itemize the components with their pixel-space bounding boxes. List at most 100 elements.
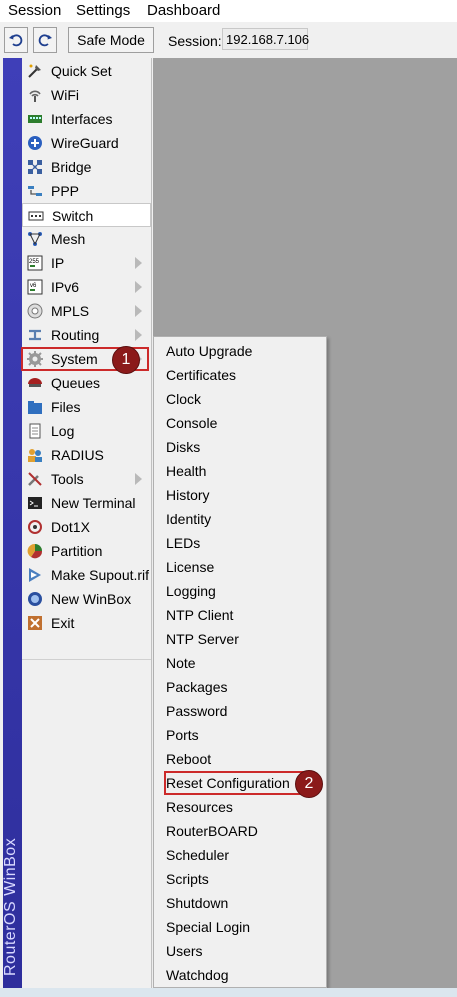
main-menu-item-wireguard[interactable]: WireGuard xyxy=(22,131,151,155)
system-submenu-item-certificates[interactable]: Certificates xyxy=(154,363,326,387)
main-menu-item-new-terminal[interactable]: New Terminal xyxy=(22,491,151,515)
submenu-arrow-icon xyxy=(135,305,142,317)
main-menu-item-quick-set[interactable]: Quick Set xyxy=(22,59,151,83)
system-submenu-item-routerboard[interactable]: RouterBOARD xyxy=(154,819,326,843)
submenu-arrow-icon xyxy=(135,329,142,341)
system-submenu-label: Auto Upgrade xyxy=(166,343,253,359)
system-submenu-label: Identity xyxy=(166,511,212,527)
bridge-icon xyxy=(28,160,42,174)
main-menu-label: WireGuard xyxy=(51,135,119,151)
system-submenu-label: Scheduler xyxy=(166,847,230,863)
system-submenu-item-leds[interactable]: LEDs xyxy=(154,531,326,555)
main-menu-item-mpls[interactable]: MPLS xyxy=(22,299,151,323)
system-submenu-item-health[interactable]: Health xyxy=(154,459,326,483)
system-submenu-item-console[interactable]: Console xyxy=(154,411,326,435)
annotation-step-badge: 2 xyxy=(295,770,323,798)
system-submenu-label: Logging xyxy=(166,583,216,599)
partition-icon xyxy=(27,543,43,559)
system-submenu-item-scripts[interactable]: Scripts xyxy=(154,867,326,891)
main-menu-item-ip[interactable]: 255 IP xyxy=(22,251,151,275)
main-menu-label: Quick Set xyxy=(51,63,112,79)
system-submenu-label: NTP Client xyxy=(166,607,234,623)
main-menu-label: Bridge xyxy=(51,159,92,175)
main-menu-item-mesh[interactable]: Mesh xyxy=(22,227,151,251)
wireguard-icon xyxy=(28,136,42,150)
main-menu-item-bridge[interactable]: Bridge xyxy=(22,155,151,179)
session-label: Session: xyxy=(168,33,222,49)
main-menu-item-interfaces[interactable]: Interfaces xyxy=(22,107,151,131)
system-submenu-item-auto-upgrade[interactable]: Auto Upgrade xyxy=(154,339,326,363)
menu-session[interactable]: Session xyxy=(8,2,61,19)
main-menu-label: IP xyxy=(51,255,65,271)
system-submenu-item-ntp-client[interactable]: NTP Client xyxy=(154,603,326,627)
main-menu-item-dot1x[interactable]: Dot1X xyxy=(22,515,151,539)
system-submenu-item-ports[interactable]: Ports xyxy=(154,723,326,747)
system-submenu-item-resources[interactable]: Resources xyxy=(154,795,326,819)
main-menu-item-queues[interactable]: Queues xyxy=(22,371,151,395)
system-submenu-item-history[interactable]: History xyxy=(154,483,326,507)
system-submenu-label: Clock xyxy=(166,391,202,407)
main-menu-item-log[interactable]: Log xyxy=(22,419,151,443)
system-submenu-item-disks[interactable]: Disks xyxy=(154,435,326,459)
main-menu-label: RADIUS xyxy=(51,447,104,463)
redo-button[interactable] xyxy=(33,27,57,53)
system-submenu-item-reboot[interactable]: Reboot xyxy=(154,747,326,771)
system-submenu-item-scheduler[interactable]: Scheduler xyxy=(154,843,326,867)
annotation-highlight-box xyxy=(164,771,306,795)
system-submenu-label: Packages xyxy=(166,679,228,695)
system-submenu: Auto Upgrade Certificates Clock Console Disk… xyxy=(153,336,327,988)
main-menu-item-exit[interactable]: Exit xyxy=(22,611,151,635)
main-menu-label: Exit xyxy=(51,615,75,631)
system-submenu-item-clock[interactable]: Clock xyxy=(154,387,326,411)
system-submenu-label: Disks xyxy=(166,439,201,455)
system-submenu-label: License xyxy=(166,559,215,575)
system-submenu-item-users[interactable]: Users xyxy=(154,939,326,963)
undo-button[interactable] xyxy=(4,27,28,53)
main-menu-label: Tools xyxy=(51,471,84,487)
safe-mode-button[interactable]: Safe Mode xyxy=(68,27,154,53)
main-menu-item-files[interactable]: Files xyxy=(22,395,151,419)
system-submenu-item-identity[interactable]: Identity xyxy=(154,507,326,531)
redo-icon xyxy=(38,34,52,47)
winbox-icon xyxy=(28,592,42,606)
ppp-icon xyxy=(28,186,42,196)
ip-icon: 255 xyxy=(27,255,43,271)
main-menu-label: Log xyxy=(51,423,75,439)
main-menu-label: Make Supout.rif xyxy=(51,567,150,583)
main-menu-item-make-supout-rif[interactable]: Make Supout.rif xyxy=(22,563,151,587)
system-submenu-item-packages[interactable]: Packages xyxy=(154,675,326,699)
main-menu-item-new-winbox[interactable]: New WinBox xyxy=(22,587,151,611)
brand-label: RouterOS WinBox xyxy=(2,837,19,976)
annotation-step-badge: 1 xyxy=(112,346,140,374)
system-submenu-item-special-login[interactable]: Special Login xyxy=(154,915,326,939)
svg-text:v6: v6 xyxy=(30,283,37,289)
main-menu-item-ppp[interactable]: PPP xyxy=(22,179,151,203)
system-submenu-label: Certificates xyxy=(166,367,237,383)
routing-icon xyxy=(29,329,41,341)
session-address-field[interactable]: 192.168.7.106 xyxy=(222,28,309,50)
main-menu-item-radius[interactable]: RADIUS xyxy=(22,443,151,467)
main-menu-label: Queues xyxy=(51,375,101,391)
system-submenu-label: RouterBOARD xyxy=(166,823,258,839)
ipv6-icon: v6 xyxy=(27,279,43,295)
menu-dashboard[interactable]: Dashboard xyxy=(147,2,220,19)
main-menu-item-partition[interactable]: Partition xyxy=(22,539,151,563)
status-bar xyxy=(0,988,457,997)
main-menu-item-tools[interactable]: Tools xyxy=(22,467,151,491)
system-submenu-item-license[interactable]: License xyxy=(154,555,326,579)
system-submenu-item-shutdown[interactable]: Shutdown xyxy=(154,891,326,915)
system-submenu-label: Console xyxy=(166,415,218,431)
interfaces-icon xyxy=(28,115,42,123)
switch-icon xyxy=(28,211,44,221)
system-submenu-item-note[interactable]: Note xyxy=(154,651,326,675)
system-submenu-item-logging[interactable]: Logging xyxy=(154,579,326,603)
main-menu-item-wifi[interactable]: WiFi xyxy=(22,83,151,107)
tools-icon xyxy=(28,472,42,486)
system-submenu-item-ntp-server[interactable]: NTP Server xyxy=(154,627,326,651)
system-submenu-item-watchdog[interactable]: Watchdog xyxy=(154,963,326,987)
main-menu-item-routing[interactable]: Routing xyxy=(22,323,151,347)
system-submenu-item-password[interactable]: Password xyxy=(154,699,326,723)
main-menu-item-ipv6[interactable]: v6 IPv6 xyxy=(22,275,151,299)
menu-settings[interactable]: Settings xyxy=(76,2,130,19)
main-menu-item-switch[interactable]: Switch xyxy=(22,203,151,227)
